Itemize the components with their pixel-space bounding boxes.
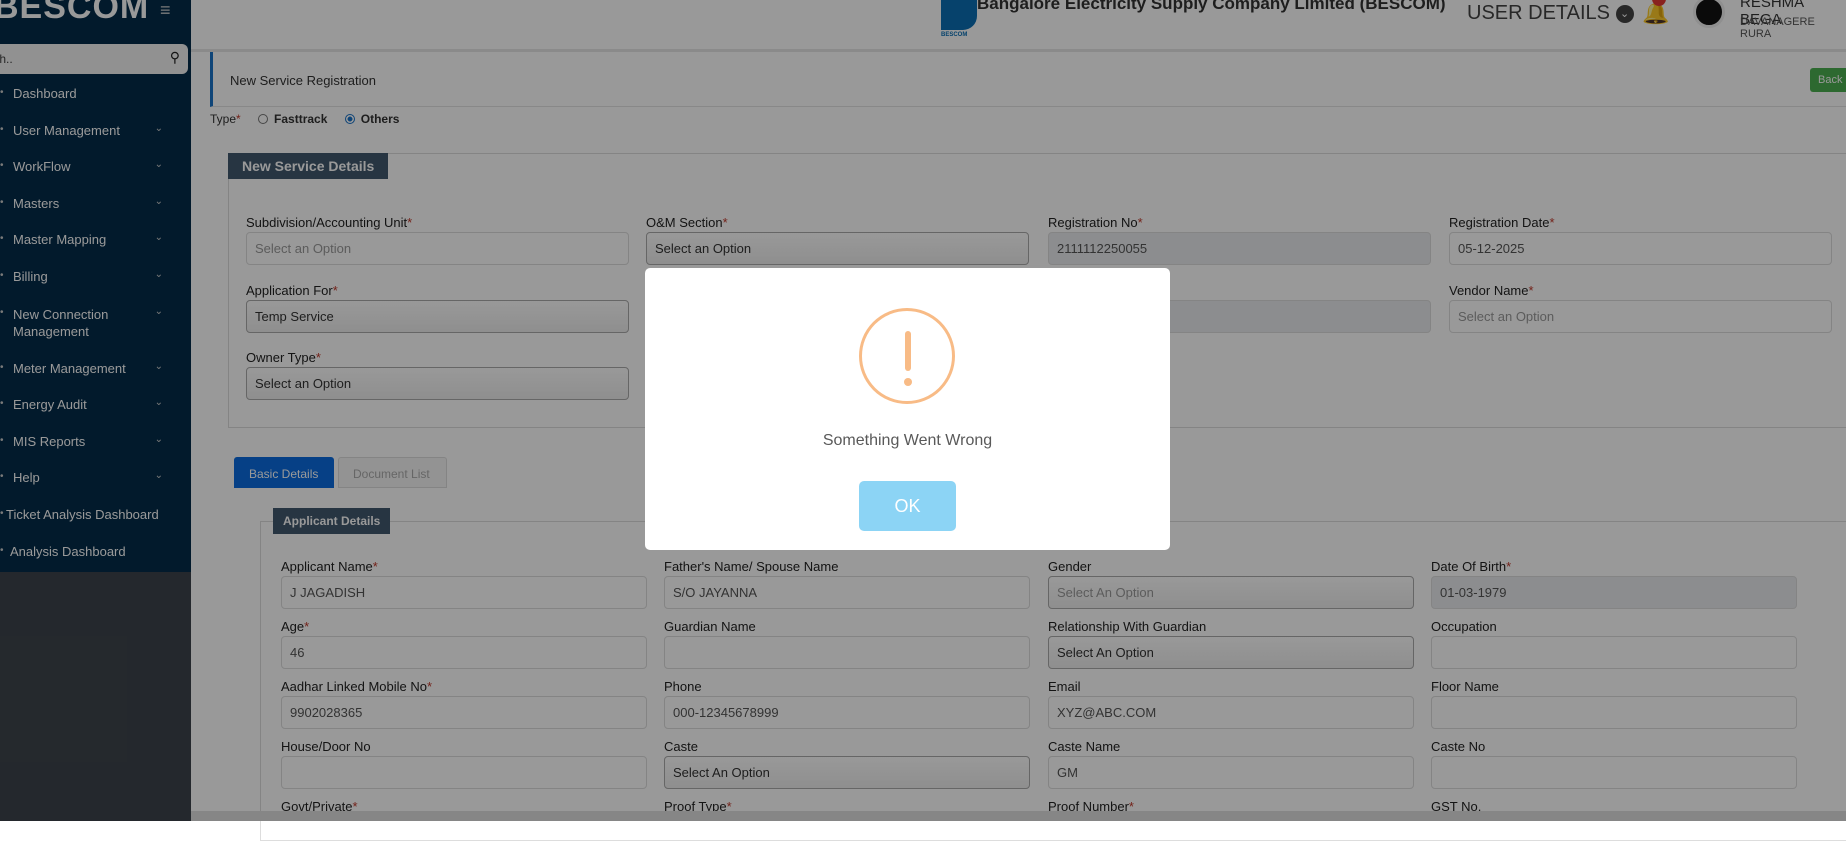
error-dialog: Something Went Wrong OK bbox=[645, 268, 1170, 550]
warning-icon bbox=[859, 308, 955, 404]
ok-button[interactable]: OK bbox=[859, 481, 956, 531]
dialog-message: Something Went Wrong bbox=[822, 432, 993, 449]
